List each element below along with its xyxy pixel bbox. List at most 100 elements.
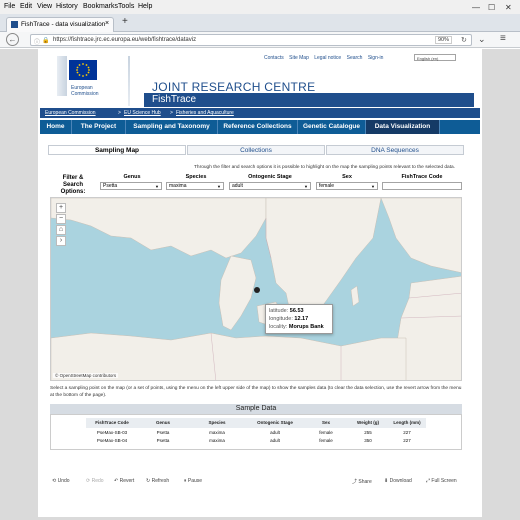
- language-select[interactable]: English (en): [414, 54, 456, 61]
- language-value: English (en): [417, 56, 439, 61]
- share-button[interactable]: ⤴ Share: [352, 478, 372, 485]
- download-icon: ⬇: [384, 478, 389, 484]
- table-header-cell: Ontogenic Stage: [246, 418, 304, 428]
- new-tab-button[interactable]: +: [122, 16, 128, 27]
- hamburger-menu-icon[interactable]: ≡: [500, 33, 506, 44]
- menu-view[interactable]: View: [37, 3, 52, 10]
- undo-button[interactable]: ⟲ Undo: [52, 478, 70, 484]
- breadcrumb: European Commission > EU Science Hub > F…: [40, 108, 480, 118]
- link-sign-in[interactable]: Sign-in: [368, 55, 384, 61]
- menu-help[interactable]: Help: [138, 3, 152, 10]
- table-cell: maxima: [209, 438, 225, 443]
- url-bar[interactable]: ⓘ 🔒 https://fishtrace.jrc.ec.europa.eu/w…: [30, 34, 472, 46]
- table-cell: adult: [270, 438, 280, 443]
- chevron-down-icon: ▼: [155, 184, 159, 189]
- fullscreen-button[interactable]: ⤢ Full Screen: [426, 478, 457, 484]
- site-banner: FishTrace: [144, 93, 474, 107]
- download-button[interactable]: ⬇ Download: [384, 478, 412, 484]
- sex-select[interactable]: female ▼: [316, 182, 378, 190]
- site-title: FishTrace: [152, 94, 197, 105]
- link-search[interactable]: Search: [347, 55, 363, 61]
- zoom-in-button[interactable]: +: [56, 203, 66, 213]
- nav-the-project[interactable]: The Project: [72, 120, 126, 134]
- nav-reference-collections[interactable]: Reference Collections: [218, 120, 298, 134]
- popup-longitude: longitude: 12.17: [269, 316, 309, 322]
- jrc-title: JOINT RESEARCH CENTRE: [152, 80, 316, 94]
- nav-genetic-catalogue[interactable]: Genetic Catalogue: [298, 120, 366, 134]
- zoom-out-button[interactable]: −: [56, 214, 66, 224]
- chevron-down-icon: ▼: [304, 184, 308, 189]
- dropdown-icon[interactable]: ⌄: [478, 34, 486, 45]
- menu-file[interactable]: File: [4, 3, 15, 10]
- breadcrumb-science-hub[interactable]: EU Science Hub: [124, 110, 161, 116]
- eu-flag-icon: [69, 60, 97, 80]
- url-text[interactable]: https://fishtrace.jrc.ec.europa.eu/web/f…: [53, 37, 196, 43]
- table-cell: Psetta: [156, 430, 170, 435]
- filter-label: Filter & Search Options:: [60, 175, 86, 195]
- tab-dna-sequences[interactable]: DNA Sequences: [326, 145, 464, 155]
- sampling-point-marker[interactable]: [254, 287, 260, 293]
- table-cell: 227: [403, 438, 411, 443]
- nav-home[interactable]: Home: [40, 120, 72, 134]
- zoom-level[interactable]: 90%: [435, 36, 453, 44]
- table-title: Sample Data: [50, 404, 462, 414]
- menu-bookmarks[interactable]: Bookmarks: [83, 3, 118, 10]
- browser-tab[interactable]: FishTrace - data visualization ×: [6, 17, 114, 32]
- stage-select[interactable]: adult ▼: [229, 182, 311, 190]
- menu-history[interactable]: History: [56, 3, 78, 10]
- tab-collections[interactable]: Collections: [187, 145, 325, 155]
- filter-sex-label: Sex: [342, 174, 352, 180]
- menu-tools[interactable]: Tools: [118, 3, 134, 10]
- table-header-cell: Species: [188, 418, 246, 428]
- nav-data-visualization[interactable]: Data Visualization: [366, 120, 440, 134]
- sampling-map[interactable]: + − ⌂ › latitude: 56.53 longitude: 12.17…: [50, 197, 462, 381]
- revert-button[interactable]: ↶ Revert: [114, 478, 134, 484]
- code-input[interactable]: [382, 182, 462, 190]
- nav-sampling-taxonomy[interactable]: Sampling and Taxonomy: [126, 120, 218, 134]
- close-window-icon[interactable]: ✕: [505, 3, 512, 12]
- breadcrumb-fisheries[interactable]: Fisheries and Aquaculture: [176, 110, 234, 116]
- tab-sampling-map[interactable]: Sampling Map: [48, 145, 186, 155]
- back-icon[interactable]: ←: [6, 33, 19, 46]
- maximize-icon[interactable]: ☐: [488, 3, 495, 12]
- fullscreen-icon: ⤢: [426, 478, 431, 484]
- info-icon[interactable]: ⓘ: [34, 37, 40, 46]
- redo-button[interactable]: ⟳ Redo: [86, 478, 104, 484]
- link-legal-notice[interactable]: Legal notice: [314, 55, 341, 61]
- table-cell: PseMax-SB-03: [96, 430, 128, 435]
- table-cell: maxima: [209, 430, 225, 435]
- revert-icon: ↶: [114, 478, 119, 484]
- table-cell: 227: [403, 430, 411, 435]
- menu-edit[interactable]: Edit: [20, 3, 32, 10]
- home-icon[interactable]: ⌂: [56, 225, 66, 235]
- close-tab-icon[interactable]: ×: [105, 20, 109, 27]
- table-cell: female: [319, 438, 333, 443]
- link-contacts[interactable]: Contacts: [264, 55, 284, 61]
- instructions-text: Select a sampling point on the map (or a…: [50, 386, 462, 398]
- ec-logo[interactable]: European Commission: [57, 56, 120, 106]
- breadcrumb-sep: >: [118, 110, 121, 116]
- reload-icon[interactable]: ↻: [461, 36, 467, 44]
- refresh-button[interactable]: ↻ Refresh: [146, 478, 169, 484]
- tab-title: FishTrace - data visualization: [21, 21, 106, 28]
- browser-menubar: File Edit View History Bookmarks Tools H…: [0, 0, 520, 14]
- pause-button[interactable]: ⏸ Pause: [184, 478, 202, 484]
- pause-icon: ⏸: [184, 478, 187, 484]
- table-header-cell: Genus: [138, 418, 188, 428]
- minimize-icon[interactable]: —: [472, 3, 480, 12]
- logo-building-shape: [57, 56, 67, 96]
- popup-latitude: latitude: 56.53: [269, 308, 304, 314]
- table-cell: Psetta: [156, 438, 170, 443]
- link-site-map[interactable]: Site Map: [289, 55, 309, 61]
- breadcrumb-ec[interactable]: European Commission: [45, 110, 96, 116]
- refresh-icon: ↻: [146, 478, 151, 484]
- favicon-icon: [11, 21, 18, 28]
- species-select[interactable]: maxima ▼: [166, 182, 224, 190]
- map-attribution[interactable]: © OpenStreetMap contributors: [53, 373, 119, 378]
- breadcrumb-sep: >: [170, 110, 173, 116]
- filter-genus-label: Genus: [123, 174, 141, 180]
- genus-select[interactable]: Psetta ▼: [100, 182, 162, 190]
- table-cell: 350: [364, 438, 372, 443]
- lock-icon: 🔒: [42, 38, 50, 44]
- expand-menu-icon[interactable]: ›: [56, 236, 66, 246]
